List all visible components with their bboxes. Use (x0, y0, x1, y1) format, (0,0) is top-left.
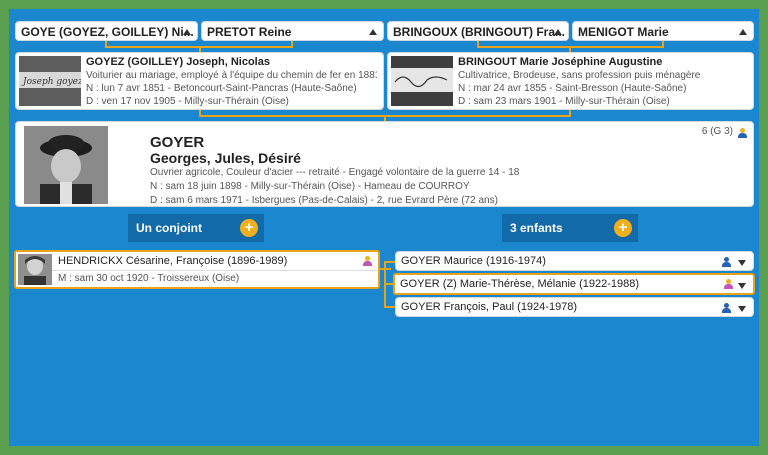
mother-birth: N : mar 24 avr 1855 - Saint-Bresson (Hau… (458, 83, 687, 94)
mother-name: BRINGOUT Marie Joséphine Augustine (458, 56, 663, 68)
expand-arrow-icon[interactable] (738, 283, 746, 289)
main-person-card[interactable]: GOYER Georges, Jules, Désiré Ouvrier agr… (15, 121, 754, 207)
father-birth: N : lun 7 avr 1851 - Betoncourt-Saint-Pa… (86, 83, 357, 94)
child-name: GOYER François, Paul (1924-1978) (401, 301, 578, 313)
spouse-bar[interactable]: Un conjoint + (128, 214, 264, 242)
child-row[interactable]: GOYER François, Paul (1924-1978) (395, 297, 754, 317)
father-name: GOYEZ (GOILLEY) Joseph, Nicolas (86, 56, 270, 68)
main-person-given-names: Georges, Jules, Désiré (150, 150, 301, 166)
male-person-icon (737, 128, 747, 138)
marriage-info: M : sam 30 oct 1920 - Troissereux (Oise) (58, 273, 240, 284)
dropdown-arrow-icon (554, 29, 562, 35)
tree-canvas: GOYE (GOYEZ, GOILLEY) Ni... PRETOT Reine… (9, 9, 759, 446)
generation-label: 6 (G 3) (701, 126, 733, 137)
paternal-grandmother-select[interactable]: PRETOT Reine (201, 21, 384, 41)
father-signature-image: Joseph goyez (19, 56, 81, 106)
main-person-occupation: Ouvrier agricole, Couleur d'acier --- re… (150, 167, 520, 178)
male-person-icon (721, 303, 731, 313)
maternal-grandmother-name: MENIGOT Marie (578, 25, 669, 39)
paternal-grandmother-name: PRETOT Reine (207, 25, 292, 39)
spouse-bar-label: Un conjoint (136, 221, 202, 235)
paternal-grandfather-select[interactable]: GOYE (GOYEZ, GOILLEY) Ni... (15, 21, 198, 41)
maternal-grandfather-name: BRINGOUX (BRINGOUT) Fra... (393, 25, 566, 39)
paternal-grandfather-name: GOYE (GOYEZ, GOILLEY) Ni... (21, 25, 194, 39)
portrait-graphic (24, 126, 108, 204)
app-frame: GOYE (GOYEZ, GOILLEY) Ni... PRETOT Reine… (0, 0, 768, 455)
mother-occupation: Cultivatrice, Brodeuse, sans profession … (458, 70, 701, 81)
portrait-graphic (18, 254, 52, 285)
father-card[interactable]: Joseph goyez GOYEZ (GOILLEY) Joseph, Nic… (15, 52, 384, 110)
connector (384, 261, 395, 263)
mother-card[interactable]: BRINGOUT Marie Joséphine Augustine Culti… (387, 52, 754, 110)
dropdown-arrow-icon (369, 29, 377, 35)
female-person-icon (362, 256, 372, 266)
add-child-button[interactable]: + (614, 219, 632, 237)
father-occupation: Voiturier au mariage, employé à l'équipe… (86, 70, 377, 81)
children-bar[interactable]: 3 enfants + (502, 214, 638, 242)
signature-graphic (391, 56, 453, 106)
father-death: D : ven 17 nov 1905 - Milly-sur-Thérain … (86, 96, 289, 107)
expand-arrow-icon[interactable] (738, 260, 746, 266)
main-person-surname: GOYER (150, 134, 205, 151)
expand-arrow-icon[interactable] (738, 306, 746, 312)
maternal-grandfather-select[interactable]: BRINGOUX (BRINGOUT) Fra... (387, 21, 569, 41)
signature-text: Joseph goyez (21, 77, 81, 87)
male-person-icon (721, 257, 731, 267)
child-name: GOYER (Z) Marie-Thérèse, Mélanie (1922-1… (400, 278, 640, 290)
mother-death: D : sam 23 mars 1901 - Milly-sur-Thérain… (458, 96, 670, 107)
connector (384, 306, 395, 308)
maternal-grandmother-select[interactable]: MENIGOT Marie (572, 21, 754, 41)
signature-graphic: Joseph goyez (19, 56, 81, 106)
spouse-card[interactable]: HENDRICKX Césarine, Françoise (1896-1989… (14, 250, 380, 289)
main-person-photo (24, 126, 108, 204)
main-person-birth: N : sam 18 juin 1898 - Milly-sur-Thérain… (150, 181, 470, 192)
spouse-name: HENDRICKX Césarine, Françoise (1896-1989… (58, 255, 288, 267)
child-row[interactable]: GOYER (Z) Marie-Thérèse, Mélanie (1922-1… (393, 273, 755, 295)
add-spouse-button[interactable]: + (240, 219, 258, 237)
child-name: GOYER Maurice (1916-1974) (401, 255, 546, 267)
dropdown-arrow-icon (739, 29, 747, 35)
mother-signature-image (391, 56, 453, 106)
main-person-death: D : sam 6 mars 1971 - Isbergues (Pas-de-… (150, 195, 498, 206)
children-bar-label: 3 enfants (510, 221, 563, 235)
dropdown-arrow-icon (183, 29, 191, 35)
child-row[interactable]: GOYER Maurice (1916-1974) (395, 251, 754, 271)
divider (52, 270, 378, 271)
female-person-icon (723, 279, 733, 289)
spouse-photo (18, 254, 52, 285)
